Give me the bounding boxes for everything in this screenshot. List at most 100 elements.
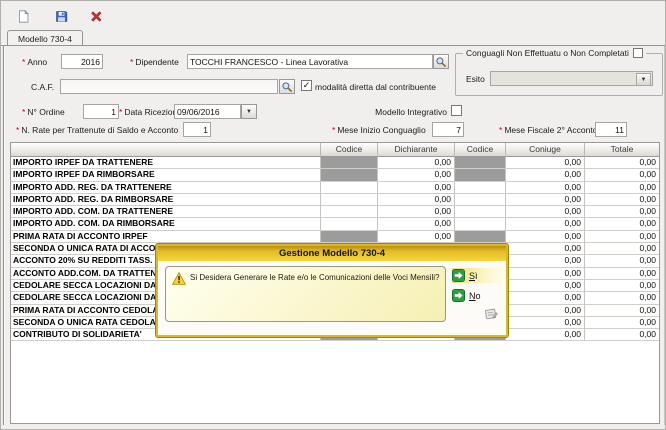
coniuge-cell[interactable]: 0,00 (506, 292, 585, 304)
modello-integrativo-checkbox[interactable] (451, 105, 462, 116)
totale-cell[interactable]: 0,00 (585, 194, 659, 206)
dichiarante-cell[interactable]: 0,00 (378, 206, 455, 218)
coniuge-cell[interactable]: 0,00 (506, 268, 585, 280)
codice-coniuge-cell[interactable] (455, 231, 506, 243)
data-ricezione-label: *Data Ricezione (119, 107, 182, 117)
coniuge-cell[interactable]: 0,00 (506, 329, 585, 341)
dichiarante-cell[interactable]: 0,00 (378, 169, 455, 181)
dichiarante-cell[interactable]: 0,00 (378, 218, 455, 230)
conguagli-checkbox[interactable] (633, 48, 643, 58)
dichiarante-cell[interactable]: 0,00 (378, 157, 455, 169)
header-coniuge[interactable]: Coniuge (506, 143, 585, 157)
n-rate-field[interactable] (183, 122, 211, 137)
codice-coniuge-cell[interactable] (455, 157, 506, 169)
table-row[interactable]: IMPORTO ADD. REG. DA TRATTENERE0,000,000… (11, 182, 659, 194)
modello-integrativo-label: Modello Integrativo (359, 107, 447, 117)
dipendente-lookup-button[interactable] (433, 54, 449, 69)
totale-cell[interactable]: 0,00 (585, 218, 659, 230)
totale-cell[interactable]: 0,00 (585, 243, 659, 255)
totale-cell[interactable]: 0,00 (585, 305, 659, 317)
table-row[interactable]: IMPORTO ADD. COM. DA TRATTENERE0,000,000… (11, 206, 659, 218)
anno-field[interactable] (61, 54, 103, 69)
coniuge-cell[interactable]: 0,00 (506, 206, 585, 218)
coniuge-cell[interactable]: 0,00 (506, 280, 585, 292)
table-header-row: Codice Dichiarante Codice Coniuge Totale (11, 143, 659, 157)
modalita-diretta-checkbox[interactable]: ✓ (301, 80, 312, 91)
dialog-title: Gestione Modello 730-4 (158, 246, 506, 261)
data-ricezione-field[interactable] (174, 104, 241, 119)
no-button[interactable]: No (452, 288, 505, 303)
row-label: IMPORTO ADD. COM. DA RIMBORSARE (11, 218, 321, 230)
coniuge-cell[interactable]: 0,00 (506, 194, 585, 206)
caf-lookup-button[interactable] (279, 79, 295, 94)
warning-triangle-icon (172, 272, 186, 285)
coniuge-cell[interactable]: 0,00 (506, 218, 585, 230)
mese-fiscale-field[interactable] (595, 122, 627, 137)
si-button[interactable]: Sì (452, 268, 505, 283)
dichiarante-cell[interactable]: 0,00 (378, 182, 455, 194)
coniuge-cell[interactable]: 0,00 (506, 317, 585, 329)
codice-dichiarante-cell[interactable] (321, 206, 378, 218)
totale-cell[interactable]: 0,00 (585, 280, 659, 292)
header-codice-dichiarante[interactable]: Codice (321, 143, 378, 157)
codice-dichiarante-cell[interactable] (321, 182, 378, 194)
header-totale[interactable]: Totale (585, 143, 659, 157)
magnifier-icon (281, 81, 293, 93)
codice-dichiarante-cell[interactable] (321, 194, 378, 206)
note-icon[interactable] (482, 305, 499, 322)
new-document-button[interactable] (13, 6, 33, 26)
header-dichiarante[interactable]: Dichiarante (378, 143, 455, 157)
save-button[interactable] (51, 6, 71, 26)
header-codice-coniuge[interactable]: Codice (455, 143, 506, 157)
table-row[interactable]: IMPORTO ADD. COM. DA RIMBORSARE0,000,000… (11, 218, 659, 230)
coniuge-cell[interactable]: 0,00 (506, 169, 585, 181)
dichiarante-cell[interactable]: 0,00 (378, 231, 455, 243)
dialog-message: Si Desidera Generare le Rate e/o le Comu… (190, 273, 440, 283)
delete-button[interactable] (85, 6, 105, 26)
totale-cell[interactable]: 0,00 (585, 206, 659, 218)
table-row[interactable]: IMPORTO IRPEF DA RIMBORSARE0,000,000,00 (11, 169, 659, 181)
n-ordine-label: *N° Ordine (22, 107, 65, 117)
table-row[interactable]: IMPORTO ADD. REG. DA RIMBORSARE0,000,000… (11, 194, 659, 206)
codice-coniuge-cell[interactable] (455, 169, 506, 181)
totale-cell[interactable]: 0,00 (585, 255, 659, 267)
totale-cell[interactable]: 0,00 (585, 231, 659, 243)
magnifier-icon (435, 56, 447, 68)
coniuge-cell[interactable]: 0,00 (506, 305, 585, 317)
totale-cell[interactable]: 0,00 (585, 292, 659, 304)
codice-coniuge-cell[interactable] (455, 194, 506, 206)
table-row[interactable]: PRIMA RATA DI ACCONTO IRPEF0,000,000,00 (11, 231, 659, 243)
header-empty[interactable] (11, 143, 321, 157)
codice-dichiarante-cell[interactable] (321, 157, 378, 169)
totale-cell[interactable]: 0,00 (585, 182, 659, 194)
esito-label: Esito (466, 74, 485, 84)
codice-coniuge-cell[interactable] (455, 182, 506, 194)
codice-coniuge-cell[interactable] (455, 206, 506, 218)
table-row[interactable]: IMPORTO IRPEF DA TRATTENERE0,000,000,00 (11, 157, 659, 169)
coniuge-cell[interactable]: 0,00 (506, 243, 585, 255)
codice-dichiarante-cell[interactable] (321, 218, 378, 230)
codice-dichiarante-cell[interactable] (321, 231, 378, 243)
totale-cell[interactable]: 0,00 (585, 268, 659, 280)
esito-dropdown-button[interactable]: ▼ (636, 73, 651, 86)
data-ricezione-calendar-button[interactable]: ▼ (241, 104, 257, 119)
coniuge-cell[interactable]: 0,00 (506, 157, 585, 169)
n-ordine-field[interactable] (83, 104, 119, 119)
codice-coniuge-cell[interactable] (455, 218, 506, 230)
mese-fiscale-label: *Mese Fiscale 2° Acconto (499, 125, 597, 135)
dipendente-field[interactable] (187, 54, 433, 69)
totale-cell[interactable]: 0,00 (585, 157, 659, 169)
dichiarante-cell[interactable]: 0,00 (378, 194, 455, 206)
coniuge-cell[interactable]: 0,00 (506, 231, 585, 243)
coniuge-cell[interactable]: 0,00 (506, 255, 585, 267)
modalita-diretta-label: modalità diretta dal contribuente (315, 82, 436, 92)
esito-dropdown[interactable]: ▼ (490, 71, 653, 86)
required-asterisk: * (22, 107, 25, 117)
codice-dichiarante-cell[interactable] (321, 169, 378, 181)
totale-cell[interactable]: 0,00 (585, 317, 659, 329)
totale-cell[interactable]: 0,00 (585, 329, 659, 341)
mese-inizio-field[interactable] (432, 122, 464, 137)
totale-cell[interactable]: 0,00 (585, 169, 659, 181)
caf-field[interactable] (60, 79, 278, 94)
coniuge-cell[interactable]: 0,00 (506, 182, 585, 194)
